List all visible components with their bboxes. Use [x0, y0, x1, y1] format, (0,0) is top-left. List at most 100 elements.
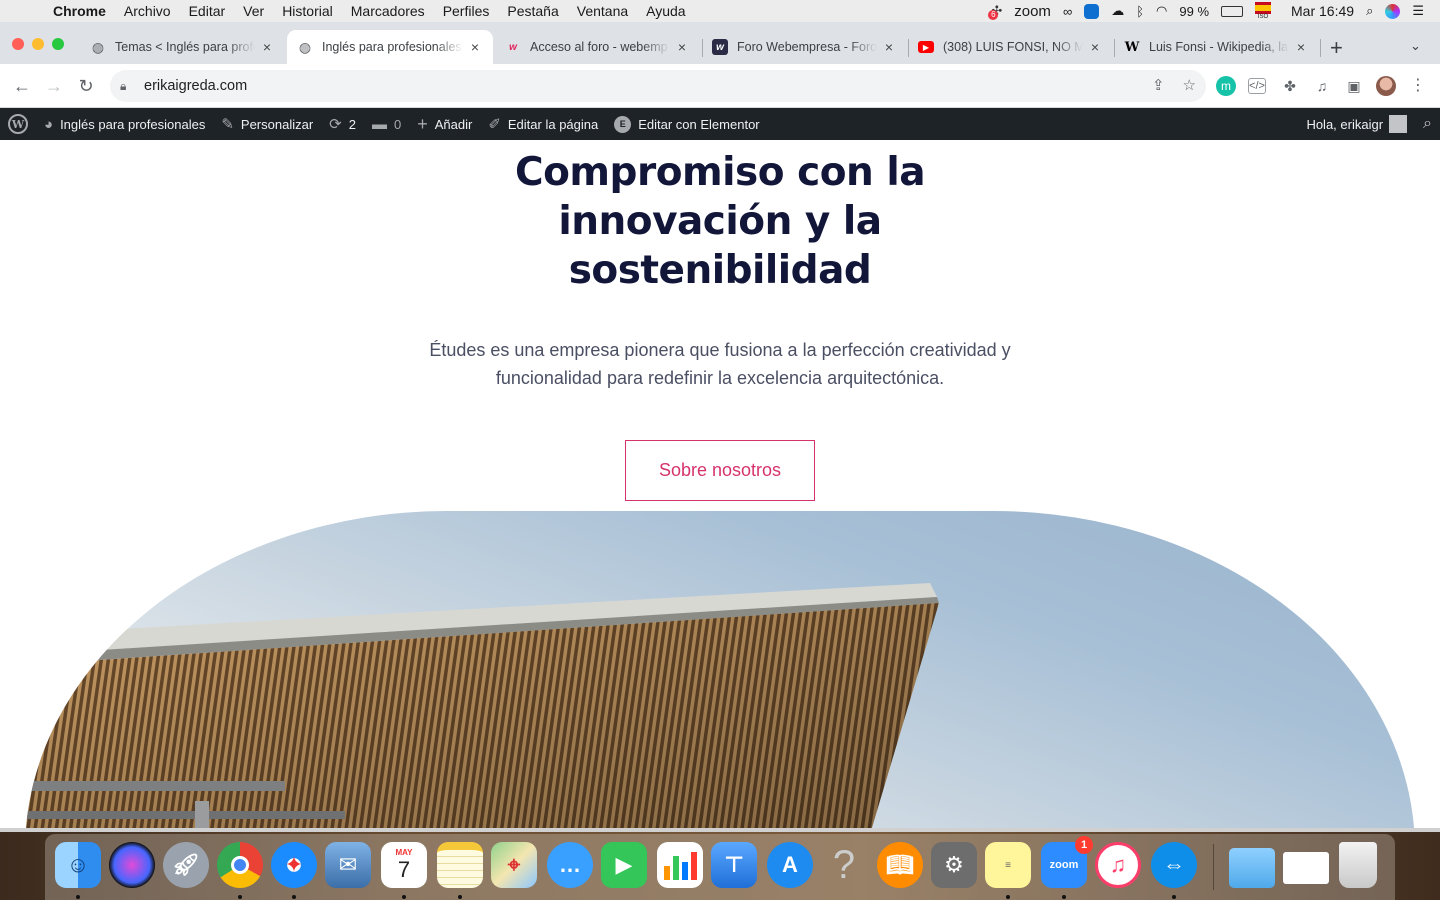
- new-tab-plus-icon[interactable]: +: [1330, 35, 1343, 61]
- wp-comments[interactable]: ▬ 0: [364, 108, 409, 140]
- media-controls-icon[interactable]: ♫: [1312, 76, 1332, 96]
- wp-comments-count: 0: [393, 116, 402, 132]
- elementor-icon: E: [614, 115, 632, 133]
- url-text[interactable]: erikaigreda.com: [144, 78, 247, 94]
- extension-m-icon[interactable]: m: [1216, 76, 1236, 96]
- browser-tab[interactable]: w Acceso al foro - webemp ×: [495, 30, 700, 64]
- browser-tab[interactable]: ◍ Temas < Inglés para profe ×: [80, 30, 285, 64]
- books-icon[interactable]: 📖︎: [877, 842, 923, 888]
- battery-icon[interactable]: [1221, 5, 1244, 17]
- document-preview-icon[interactable]: [1283, 852, 1329, 884]
- menu-pestana[interactable]: Pestaña: [498, 3, 567, 19]
- zoom-menubar-label[interactable]: zoom: [1014, 3, 1051, 20]
- input-source-flag-icon[interactable]: ISO: [1255, 2, 1272, 20]
- wp-updates-count: 2: [348, 116, 356, 132]
- siri-icon[interactable]: [1385, 3, 1401, 19]
- side-panel-icon[interactable]: ▣: [1344, 76, 1364, 96]
- calendar-day: 7: [397, 857, 411, 882]
- trash-icon[interactable]: [1339, 842, 1377, 888]
- maps-icon[interactable]: ⌖: [491, 842, 537, 888]
- profile-avatar[interactable]: [1376, 76, 1396, 96]
- chrome-menu-icon[interactable]: ⋮: [1408, 76, 1428, 96]
- dropbox-icon[interactable]: ✣ 6: [988, 3, 1002, 20]
- close-tab-icon[interactable]: ×: [1293, 39, 1309, 55]
- wp-edit-page[interactable]: ✐ Editar la página: [480, 108, 606, 140]
- control-center-icon[interactable]: ☰: [1412, 3, 1424, 19]
- menu-marcadores[interactable]: Marcadores: [342, 3, 434, 19]
- messages-bubble-icon[interactable]: …: [547, 842, 593, 888]
- extensions-puzzle-icon[interactable]: ✤: [1280, 76, 1300, 96]
- bookmark-star-icon[interactable]: ☆: [1183, 76, 1196, 94]
- menu-ver[interactable]: Ver: [234, 3, 273, 19]
- wifi-icon[interactable]: ◠: [1156, 3, 1167, 19]
- sobre-nosotros-button[interactable]: Sobre nosotros: [625, 440, 815, 501]
- mail-eagle-icon[interactable]: ✉: [325, 842, 371, 888]
- numbers-chart-icon[interactable]: [657, 842, 703, 888]
- spotlight-search-icon[interactable]: ⌕: [1366, 3, 1373, 19]
- launchpad-rocket-icon[interactable]: 🚀︎: [163, 842, 209, 888]
- close-tab-icon[interactable]: ×: [674, 39, 690, 55]
- menu-historial[interactable]: Historial: [273, 3, 342, 19]
- close-tab-icon[interactable]: ×: [259, 39, 275, 55]
- wp-my-account[interactable]: Hola, erikaigr: [1298, 108, 1415, 140]
- battery-percent[interactable]: 99 %: [1179, 4, 1209, 19]
- finder-icon[interactable]: ☺: [55, 842, 101, 888]
- menubar-datetime[interactable]: Mar 16:49: [1291, 3, 1354, 19]
- app-store-icon[interactable]: A: [767, 842, 813, 888]
- code-extension-icon[interactable]: </>: [1248, 78, 1266, 94]
- cloud-icon[interactable]: ☁: [1111, 3, 1124, 19]
- wp-customize[interactable]: ✎ Personalizar: [213, 108, 321, 140]
- lock-icon[interactable]: 🔒︎: [120, 79, 134, 94]
- tab-title: Acceso al foro - webemp: [530, 40, 668, 54]
- browser-tab-active[interactable]: ◍ Inglés para profesionales ×: [287, 30, 493, 64]
- zoom-app-label: zoom: [1049, 859, 1079, 871]
- browser-tab[interactable]: w Foro Webempresa - Foro ×: [702, 30, 907, 64]
- wp-add-new[interactable]: + Añadir: [409, 108, 480, 140]
- menu-perfiles[interactable]: Perfiles: [434, 3, 499, 19]
- menu-app-name[interactable]: Chrome: [44, 3, 115, 19]
- menu-editar[interactable]: Editar: [180, 3, 235, 19]
- keynote-podium-icon[interactable]: ⊤: [711, 842, 757, 888]
- close-tab-icon[interactable]: ×: [881, 39, 897, 55]
- folder-icon[interactable]: [1229, 848, 1275, 888]
- notes-icon[interactable]: [437, 842, 483, 888]
- close-tab-icon[interactable]: ×: [1087, 39, 1103, 55]
- minimize-window-button[interactable]: [32, 38, 44, 50]
- plus-icon: +: [417, 113, 428, 134]
- zoom-app-icon[interactable]: zoom 1: [1041, 836, 1093, 888]
- stickies-icon[interactable]: ≡: [985, 842, 1031, 888]
- teamviewer-icon[interactable]: [1084, 3, 1100, 19]
- menu-ventana[interactable]: Ventana: [568, 3, 637, 19]
- siri-icon[interactable]: [109, 842, 155, 888]
- creative-cloud-icon[interactable]: ∞: [1063, 4, 1072, 19]
- facetime-icon[interactable]: ▶: [601, 842, 647, 888]
- reload-icon[interactable]: ↻: [74, 74, 98, 98]
- wikipedia-icon: W: [1124, 39, 1140, 55]
- chrome-icon[interactable]: [217, 842, 263, 888]
- wp-site-name[interactable]: ◕ Inglés para profesionales: [36, 108, 213, 140]
- address-bar[interactable]: 🔒︎ erikaigreda.com ⇪ ☆: [110, 70, 1206, 102]
- help-question-icon[interactable]: ?: [821, 842, 867, 888]
- bluetooth-icon[interactable]: ᛒ: [1136, 4, 1144, 19]
- close-tab-icon[interactable]: ×: [467, 39, 483, 55]
- system-preferences-gear-icon[interactable]: ⚙: [931, 842, 977, 888]
- safari-compass-icon[interactable]: ✦: [271, 842, 317, 888]
- wp-edit-elementor[interactable]: E Editar con Elementor: [606, 108, 767, 140]
- teamviewer-arrows-icon[interactable]: ⇔: [1151, 842, 1197, 888]
- macos-menu-bar: Chrome Archivo Editar Ver Historial Marc…: [0, 0, 1440, 22]
- menu-ayuda[interactable]: Ayuda: [637, 3, 694, 19]
- forward-arrow-icon[interactable]: →: [42, 74, 66, 98]
- tab-search-chevron-icon[interactable]: ⌄: [1410, 38, 1421, 54]
- menu-archivo[interactable]: Archivo: [115, 3, 180, 19]
- maximize-window-button[interactable]: [52, 38, 64, 50]
- close-window-button[interactable]: [12, 38, 24, 50]
- browser-tab[interactable]: ▶ (308) LUIS FONSI, NO M ×: [908, 30, 1113, 64]
- music-note-icon[interactable]: ♫: [1095, 842, 1141, 888]
- wp-logo-menu[interactable]: W: [0, 108, 36, 140]
- back-arrow-icon[interactable]: ←: [10, 74, 34, 98]
- wp-updates[interactable]: ⟳ 2: [321, 108, 364, 140]
- browser-tab[interactable]: W Luis Fonsi - Wikipedia, la ×: [1114, 30, 1319, 64]
- calendar-icon[interactable]: MAY 7: [381, 842, 427, 888]
- share-icon[interactable]: ⇪: [1152, 76, 1165, 94]
- wp-search[interactable]: ⌕: [1415, 108, 1440, 140]
